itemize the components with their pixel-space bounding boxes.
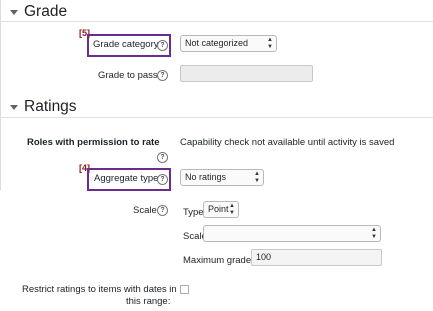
ratings-section-header[interactable]: Ratings: [10, 98, 77, 116]
select-arrows-icon: ▲ ▼: [371, 226, 377, 240]
roles-label: Roles with permission to rate: [27, 137, 160, 148]
grade-section-divider: [0, 21, 433, 22]
grade-to-pass-label: Grade to pass: [98, 70, 158, 81]
grade-section-header[interactable]: Grade: [10, 3, 67, 21]
restrict-label-line2: this range:: [126, 296, 171, 307]
grade-category-label: Grade category: [93, 39, 159, 50]
restrict-checkbox[interactable]: [180, 285, 189, 294]
help-icon[interactable]: ?: [157, 70, 168, 81]
select-arrows-icon: ▲ ▼: [254, 170, 260, 184]
ratings-section-title: Ratings: [24, 98, 77, 115]
scale-type-select[interactable]: Point ▲ ▼: [203, 201, 239, 218]
scale-select[interactable]: ▲ ▼: [203, 225, 381, 242]
caret-down-icon: [10, 104, 18, 110]
max-grade-input[interactable]: 100: [251, 249, 382, 266]
help-icon[interactable]: ?: [157, 40, 168, 51]
select-arrows-icon: ▲ ▼: [229, 202, 235, 216]
help-icon[interactable]: ?: [157, 152, 168, 163]
grade-section-title: Grade: [24, 3, 68, 20]
scale-type-select-value: Point: [208, 204, 229, 214]
caret-down-icon: [10, 9, 18, 15]
grade-category-select-value: Not categorized: [185, 38, 249, 48]
ratings-section-divider: [0, 117, 433, 118]
scale-label: Scale: [133, 205, 157, 216]
aggregate-type-label: Aggregate type: [94, 173, 159, 184]
help-icon[interactable]: ?: [157, 205, 168, 216]
restrict-label-line1: Restrict ratings to items with dates in: [22, 284, 177, 295]
aggregate-type-select[interactable]: No ratings ▲ ▼: [180, 169, 264, 186]
grade-to-pass-input[interactable]: [180, 65, 313, 82]
grade-category-select[interactable]: Not categorized ▲ ▼: [180, 35, 277, 52]
scale-type-label: Type: [183, 207, 204, 218]
select-arrows-icon: ▲ ▼: [267, 36, 273, 50]
roles-value: Capability check not available until act…: [180, 137, 395, 148]
aggregate-type-select-value: No ratings: [185, 172, 227, 182]
max-grade-label: Maximum grade: [183, 255, 252, 266]
page-left-border: [0, 0, 1, 190]
help-icon[interactable]: ?: [157, 174, 168, 185]
